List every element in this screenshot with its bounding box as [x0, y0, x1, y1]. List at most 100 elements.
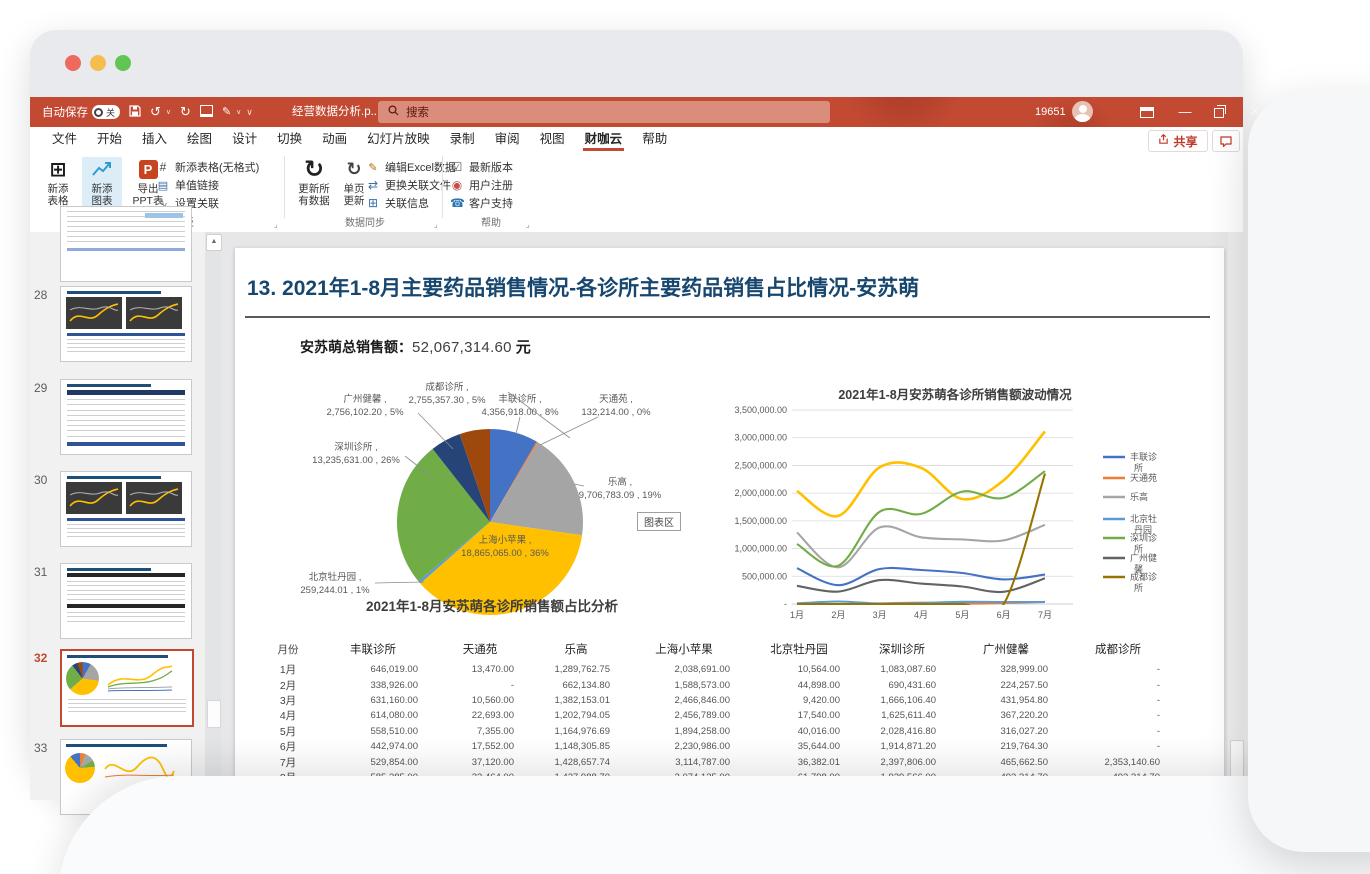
close-dot-icon[interactable]: [65, 55, 81, 71]
tab-视图[interactable]: 视图: [530, 127, 575, 152]
thumbnail-scroll-thumb[interactable]: [207, 700, 221, 728]
comment-bubble-icon[interactable]: [1212, 130, 1240, 152]
slide-thumbnail-31[interactable]: [60, 563, 192, 639]
share-button[interactable]: 共享: [1148, 130, 1208, 152]
autosave-toggle[interactable]: 自动保存 关: [42, 104, 120, 120]
avatar[interactable]: [1072, 101, 1093, 122]
tab-审阅[interactable]: 审阅: [485, 127, 530, 152]
document-title[interactable]: 经营数据分析.p... ▾: [292, 97, 387, 127]
slide-thumbnail-30[interactable]: [60, 471, 192, 547]
cell: 1,289,762.75: [528, 664, 624, 675]
pie-chart[interactable]: 丰联诊所 ,4,356,918.00 , 8%天通苑 ,132,214.00 ,…: [287, 372, 717, 622]
ribbon-tab-bar: 文件开始插入绘图设计切换动画幻灯片放映录制审阅视图财咖云帮助 共享: [30, 127, 1243, 152]
cell: 662,134.80: [528, 680, 624, 691]
pie-chart-caption: 2021年1-8月安苏萌各诊所销售额占比分析: [277, 595, 707, 615]
legend-item-北京牡丹园[interactable]: 北京牡: [1130, 513, 1157, 524]
cell: 13,470.00: [432, 664, 528, 675]
qat-more-icon[interactable]: ∨: [246, 107, 253, 118]
total-sales-unit: 元: [516, 339, 531, 356]
tab-录制[interactable]: 录制: [440, 127, 485, 152]
table-row-5月[interactable]: 5月558,510.007,355.001,164,976.691,894,25…: [262, 724, 1202, 739]
edit-excel-icon: ✎: [366, 161, 380, 174]
cell: 2月: [262, 678, 314, 693]
legend-item-深圳诊所[interactable]: 深圳诊: [1130, 532, 1157, 543]
table-row-3月[interactable]: 3月631,160.0010,560.001,382,153.012,466,8…: [262, 693, 1202, 708]
table-row-1月[interactable]: 1月646,019.0013,470.001,289,762.752,038,6…: [262, 662, 1202, 677]
present-icon[interactable]: [200, 105, 213, 120]
cell: 10,560.00: [432, 695, 528, 706]
tab-文件[interactable]: 文件: [42, 127, 87, 152]
restore-button[interactable]: [1202, 97, 1236, 127]
scroll-up-icon[interactable]: ▲: [206, 234, 222, 251]
cell: 44,898.00: [744, 680, 854, 691]
tab-开始[interactable]: 开始: [87, 127, 132, 152]
table-row-4月[interactable]: 4月614,080.0022,693.001,202,794.052,456,7…: [262, 708, 1202, 723]
group-expand-icon[interactable]: ⌟: [274, 220, 278, 229]
undo-chevron-icon[interactable]: ∨: [166, 108, 171, 116]
x-tick-label: 6月: [997, 610, 1011, 620]
tab-设计[interactable]: 设计: [222, 127, 267, 152]
legend-item-乐高[interactable]: 乐高: [1130, 491, 1148, 502]
tab-插入[interactable]: 插入: [132, 127, 177, 152]
legend-item-天通苑[interactable]: 天通苑: [1130, 472, 1157, 483]
table-row-7月[interactable]: 7月529,854.0037,120.001,428,657.743,114,7…: [262, 754, 1202, 769]
button-更新所有数据[interactable]: ↻更新所有数据: [294, 157, 334, 207]
slide-thumbnail-32[interactable]: [60, 649, 194, 727]
button-最新版本[interactable]: ☑最新版本: [450, 159, 574, 175]
minimize-dot-icon[interactable]: [90, 55, 106, 71]
tab-帮助[interactable]: 帮助: [632, 127, 677, 152]
slide-thumbnail-partial[interactable]: [60, 206, 192, 282]
zoom-dot-icon[interactable]: [115, 55, 131, 71]
group-expand-icon[interactable]: ⌟: [434, 220, 438, 229]
group-label: 帮助: [448, 214, 534, 229]
undo-icon[interactable]: ↺: [150, 97, 161, 127]
search-input[interactable]: 搜索: [378, 101, 830, 123]
legend-item-丰联诊所[interactable]: 丰联诊: [1130, 451, 1157, 462]
slide-canvas[interactable]: 13. 2021年1-8月主要药品销售情况-各诊所主要药品销售占比情况-安苏萌 …: [235, 248, 1224, 805]
thumbnail-number: 32: [34, 651, 56, 665]
legend-item-丰联诊所-2: 所: [1134, 463, 1143, 473]
button-新添图表[interactable]: 新添图表: [82, 157, 122, 207]
redo-icon[interactable]: ↻: [180, 97, 191, 127]
tab-切换[interactable]: 切换: [267, 127, 312, 152]
table-row-6月[interactable]: 6月442,974.0017,552.001,148,305.852,230,9…: [262, 739, 1202, 754]
hash-icon: #: [156, 160, 170, 174]
slide-thumbnail-29[interactable]: [60, 379, 192, 455]
cell: 5月: [262, 724, 314, 739]
tab-幻灯片放映[interactable]: 幻灯片放映: [357, 127, 440, 152]
slide-area-scrollbar[interactable]: [1228, 232, 1243, 800]
cell: 7月: [262, 755, 314, 770]
minimize-button[interactable]: —: [1168, 97, 1202, 127]
pen-chevron-icon[interactable]: ∨: [236, 108, 241, 116]
pen-icon[interactable]: ✎: [222, 97, 231, 127]
line-chart[interactable]: -500,000.001,000,000.001,500,000.002,000…: [705, 378, 1195, 623]
slide-thumbnail-28[interactable]: [60, 286, 192, 362]
pie-label-丰联诊所: 丰联诊所 ,: [498, 393, 541, 405]
cell: -: [432, 680, 528, 691]
legend-item-成都诊所[interactable]: 成都诊: [1130, 571, 1157, 582]
cell: 35,644.00: [744, 741, 854, 752]
line-series-上海小苹果[interactable]: [797, 431, 1045, 516]
thumbnail-number: 29: [34, 381, 56, 395]
line-series-深圳诊所[interactable]: [797, 471, 1045, 566]
table-row-2月[interactable]: 2月338,926.00-662,134.801,588,573.0044,89…: [262, 677, 1202, 692]
legend-item-广州健馨[interactable]: 广州健: [1130, 552, 1157, 563]
button-新添表格[interactable]: ⊞新添表格: [38, 157, 78, 207]
cell: 614,080.00: [314, 710, 432, 721]
line-series-乐高[interactable]: [797, 525, 1045, 568]
tab-绘图[interactable]: 绘图: [177, 127, 222, 152]
column-header-天通苑: 天通苑: [432, 641, 528, 657]
total-sales-line: 安苏萌总销售额：52,067,314.60 元: [300, 336, 531, 357]
thumbnail-scrollbar[interactable]: ▲: [205, 232, 221, 800]
tab-财咖云[interactable]: 财咖云: [575, 127, 633, 152]
ribbon-display-icon[interactable]: [1130, 97, 1164, 127]
toggle-knob-icon: [94, 108, 103, 117]
group-expand-icon[interactable]: ⌟: [526, 220, 530, 229]
user-id[interactable]: 19651: [1035, 97, 1066, 127]
save-icon[interactable]: [129, 105, 141, 120]
x-tick-label: 4月: [914, 610, 928, 620]
button-客户支持[interactable]: ☎客户支持: [450, 195, 574, 211]
button-用户注册[interactable]: ◉用户注册: [450, 177, 574, 193]
autosave-switch[interactable]: 关: [92, 105, 120, 119]
tab-动画[interactable]: 动画: [312, 127, 357, 152]
